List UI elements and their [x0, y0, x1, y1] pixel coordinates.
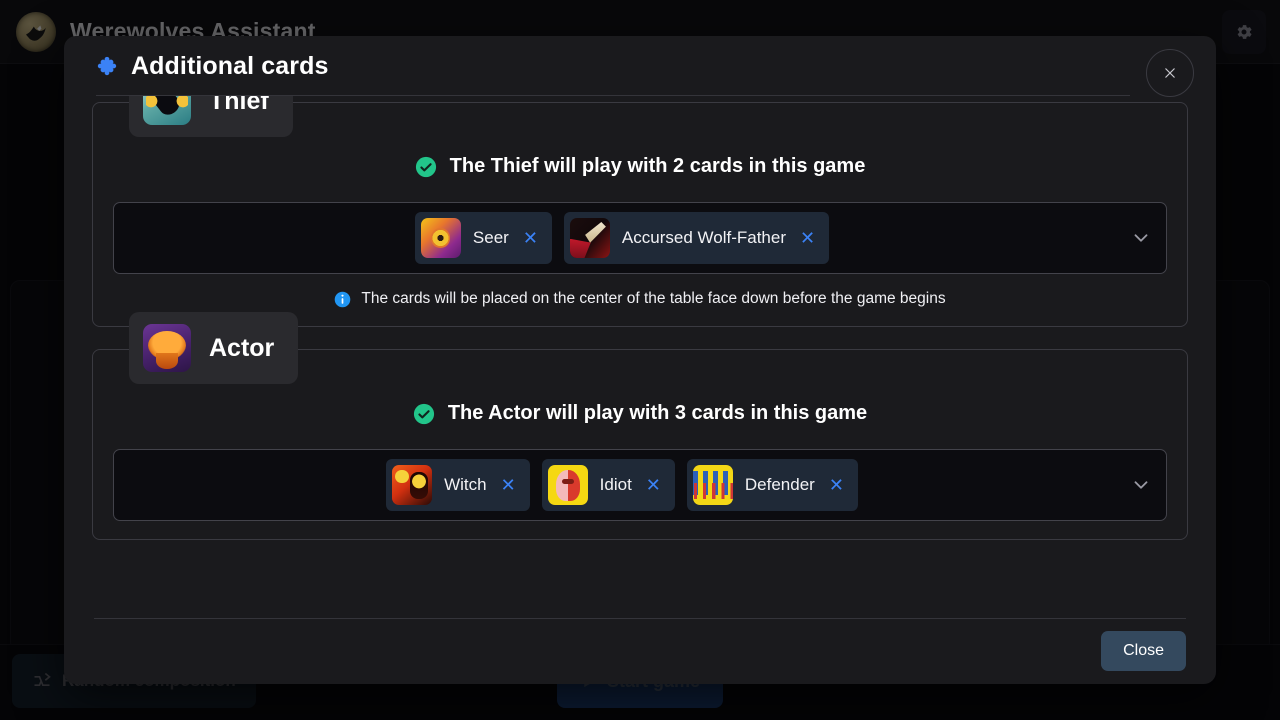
dialog-title: Additional cards [131, 51, 329, 80]
thief-card-image [143, 96, 191, 125]
chip-label: Idiot [599, 475, 632, 494]
chip-witch[interactable]: Witch ✕ [386, 459, 530, 511]
actor-card-image [143, 324, 191, 372]
actor-status-text: The Actor will play with 3 cards in this… [447, 402, 868, 424]
clover-icon [97, 56, 117, 76]
chevron-down-icon[interactable] [1130, 474, 1152, 496]
thief-role-name: Thief [209, 96, 269, 115]
actor-status: The Actor will play with 3 cards in this… [113, 402, 1167, 425]
thief-cards-multiselect[interactable]: Seer ✕ Accursed Wolf-Father ✕ [113, 202, 1167, 274]
remove-icon[interactable]: ✕ [829, 476, 844, 494]
thief-status: The Thief will play with 2 cards in this… [113, 155, 1167, 178]
info-circle-icon [335, 291, 351, 307]
thief-chip-row: Seer ✕ Accursed Wolf-Father ✕ [414, 212, 830, 264]
idiot-card-image [547, 465, 588, 505]
dialog-footer: Close [64, 618, 1216, 684]
chip-seer[interactable]: Seer ✕ [414, 212, 552, 264]
dialog-header: Additional cards [64, 36, 1216, 97]
check-circle-icon [415, 156, 436, 177]
remove-icon[interactable]: ✕ [523, 229, 538, 247]
chevron-down-icon[interactable] [1130, 227, 1152, 249]
actor-section: Actor The Actor will play with 3 cards i… [92, 312, 1188, 540]
thief-section: Thief The Thief will play with 2 cards i… [92, 96, 1188, 327]
thief-status-text: The Thief will play with 2 cards in this… [449, 155, 866, 177]
chip-defender[interactable]: Defender ✕ [686, 459, 858, 511]
thief-hint: The cards will be placed on the center o… [113, 290, 1167, 308]
chip-accursed-wolf-father[interactable]: Accursed Wolf-Father ✕ [563, 212, 830, 264]
actor-role-name: Actor [209, 333, 275, 362]
chip-idiot[interactable]: Idiot ✕ [541, 459, 675, 511]
dialog-body: Thief The Thief will play with 2 cards i… [64, 96, 1216, 618]
chip-label: Defender [744, 475, 815, 494]
seer-card-image [420, 218, 461, 258]
chip-label: Accursed Wolf-Father [621, 228, 786, 247]
remove-icon[interactable]: ✕ [646, 476, 661, 494]
actor-cards-multiselect[interactable]: Witch ✕ Idiot ✕ Defender ✕ [113, 449, 1167, 521]
check-circle-icon [413, 403, 434, 424]
additional-cards-dialog: Additional cards Thief The Thief will pl… [64, 36, 1216, 684]
witch-card-image [392, 465, 433, 505]
chip-label: Witch [444, 475, 487, 494]
actor-role-badge: Actor [129, 312, 299, 384]
chip-label: Seer [472, 228, 509, 247]
actor-chip-row: Witch ✕ Idiot ✕ Defender ✕ [386, 459, 858, 511]
remove-icon[interactable]: ✕ [501, 476, 516, 494]
remove-icon[interactable]: ✕ [800, 229, 815, 247]
close-icon[interactable] [1146, 49, 1194, 97]
thief-role-badge: Thief [129, 96, 293, 137]
thief-hint-text: The cards will be placed on the center o… [361, 290, 946, 307]
accursed-wolf-father-card-image [569, 218, 610, 258]
close-button[interactable]: Close [1101, 631, 1186, 671]
defender-card-image [692, 465, 733, 505]
